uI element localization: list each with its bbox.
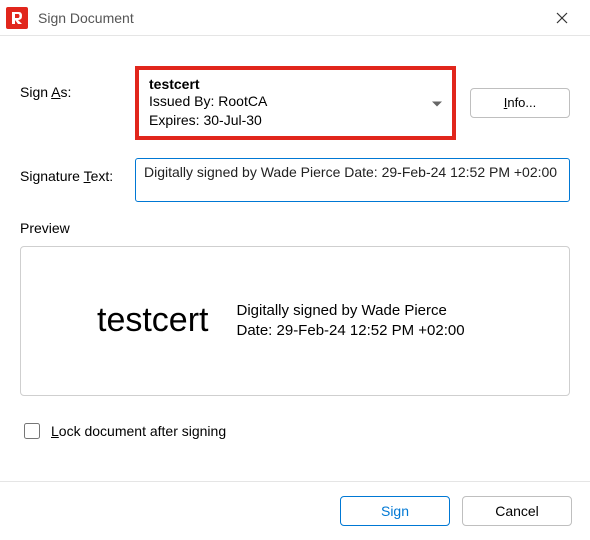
sign-button[interactable]: Sign: [340, 496, 450, 526]
signature-text-input[interactable]: Digitally signed by Wade Pierce Date: 29…: [135, 158, 570, 202]
preview-signature-text: Digitally signed by Wade Pierce Date: 29…: [236, 301, 543, 342]
certificate-issued-by: Issued By: RootCA: [149, 92, 424, 111]
lock-document-checkbox[interactable]: [24, 423, 40, 439]
cancel-button[interactable]: Cancel: [462, 496, 572, 526]
certificate-expires: Expires: 30-Jul-30: [149, 111, 424, 130]
certificate-dropdown[interactable]: testcert Issued By: RootCA Expires: 30-J…: [135, 66, 456, 140]
preview-line-2: Date: 29-Feb-24 12:52 PM +02:00: [236, 321, 543, 341]
preview-cert-name: testcert: [47, 301, 208, 340]
chevron-down-icon: [432, 95, 442, 110]
titlebar: Sign Document: [0, 0, 590, 36]
certificate-name: testcert: [149, 76, 424, 92]
preview-label: Preview: [20, 220, 570, 236]
signature-text-row: Signature Text: Digitally signed by Wade…: [20, 158, 570, 202]
close-button[interactable]: [542, 4, 582, 32]
info-button[interactable]: Info...: [470, 88, 570, 118]
sign-as-row: Sign As: testcert Issued By: RootCA Expi…: [20, 66, 570, 140]
signature-text-label: Signature Text:: [20, 158, 135, 184]
signature-preview: testcert Digitally signed by Wade Pierce…: [20, 246, 570, 396]
window-title: Sign Document: [38, 10, 542, 26]
close-icon: [556, 12, 568, 24]
preview-line-1: Digitally signed by Wade Pierce: [236, 301, 543, 321]
sign-as-control-wrap: testcert Issued By: RootCA Expires: 30-J…: [135, 66, 570, 140]
dialog-content: Sign As: testcert Issued By: RootCA Expi…: [0, 36, 590, 452]
dialog-footer: Sign Cancel: [0, 481, 590, 540]
sign-as-label: Sign As:: [20, 66, 135, 100]
app-icon: [6, 7, 28, 29]
lock-document-label: Lock document after signing: [51, 423, 226, 439]
lock-document-row[interactable]: Lock document after signing: [20, 420, 570, 442]
